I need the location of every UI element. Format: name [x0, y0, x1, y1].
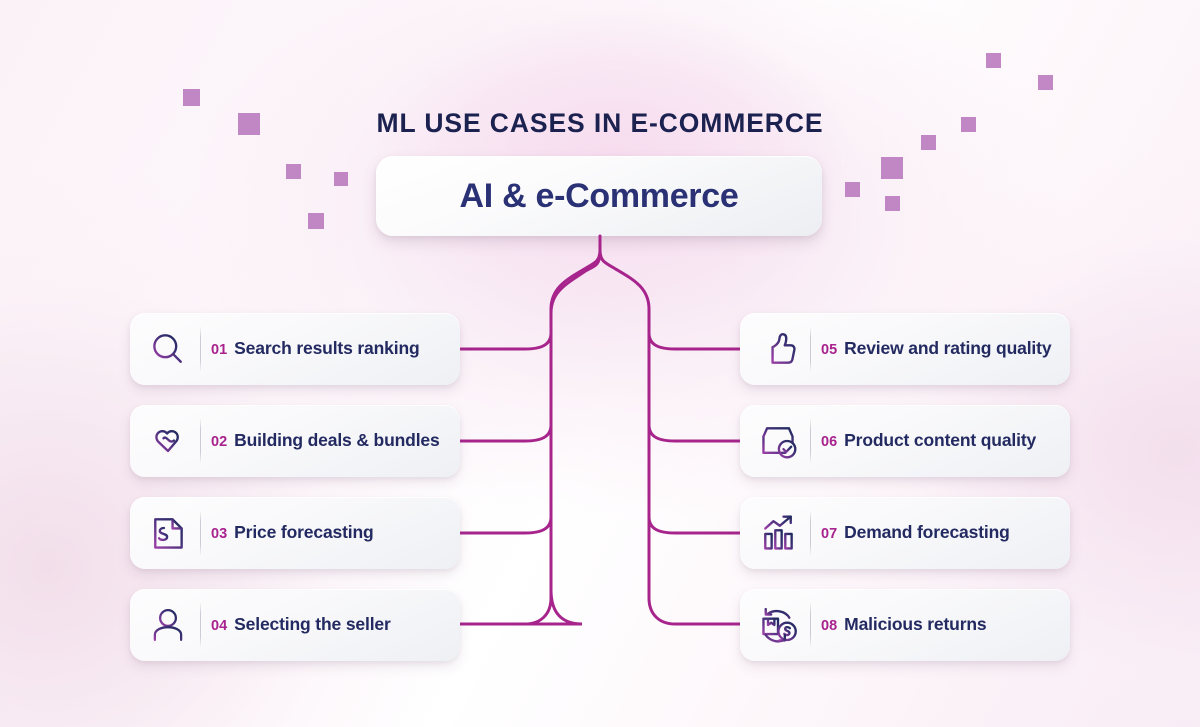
- card-divider: [200, 418, 201, 464]
- card-divider: [200, 602, 201, 648]
- decorative-square: [845, 182, 860, 197]
- card-number: 04: [211, 618, 228, 635]
- card-number: 06: [821, 434, 838, 451]
- box-check-icon: [750, 418, 806, 464]
- card-body: 07 Demand forecasting: [821, 522, 1060, 544]
- card-label: Malicious returns: [844, 614, 987, 635]
- handshake-heart-icon: [140, 418, 196, 464]
- magnifier-icon: [140, 326, 196, 372]
- card-label: Review and rating quality: [844, 338, 1052, 359]
- hero-card-label: AI & e-Commerce: [459, 176, 739, 215]
- thumbs-up-icon: [750, 326, 806, 372]
- card-body: 06 Product content quality: [821, 430, 1060, 452]
- use-case-card-02[interactable]: 02 Building deals & bundles: [130, 405, 460, 477]
- use-case-card-08[interactable]: 08 Malicious returns: [740, 589, 1070, 661]
- decorative-square: [308, 213, 324, 229]
- page-title: ML USE CASES IN E-COMMERCE: [376, 108, 824, 138]
- decorative-square: [334, 172, 348, 186]
- card-label: Building deals & bundles: [234, 430, 440, 451]
- card-number: 08: [821, 618, 838, 635]
- card-label: Selecting the seller: [234, 614, 391, 635]
- use-case-card-04[interactable]: 04 Selecting the seller: [130, 589, 460, 661]
- use-case-card-05[interactable]: 05 Review and rating quality: [740, 313, 1070, 385]
- card-body: 03 Price forecasting: [211, 522, 450, 544]
- card-body: 05 Review and rating quality: [821, 338, 1060, 360]
- card-divider: [810, 510, 811, 556]
- card-label: Price forecasting: [234, 522, 374, 543]
- card-body: 04 Selecting the seller: [211, 614, 450, 636]
- card-divider: [810, 418, 811, 464]
- card-number: 02: [211, 434, 228, 451]
- infographic-canvas: ML USE CASES IN E-COMMERCE AI & e-Commer…: [0, 0, 1200, 727]
- card-body: 01 Search results ranking: [211, 338, 450, 360]
- decorative-square: [885, 196, 900, 211]
- card-divider: [200, 510, 201, 556]
- card-body: 08 Malicious returns: [821, 614, 1060, 636]
- card-body: 02 Building deals & bundles: [211, 430, 450, 452]
- decorative-square: [1038, 75, 1053, 90]
- card-label: Demand forecasting: [844, 522, 1010, 543]
- card-divider: [810, 602, 811, 648]
- card-number: 01: [211, 342, 228, 359]
- card-divider: [810, 326, 811, 372]
- decorative-square: [986, 53, 1001, 68]
- card-divider: [200, 326, 201, 372]
- use-case-card-01[interactable]: 01 Search results ranking: [130, 313, 460, 385]
- card-number: 03: [211, 526, 228, 543]
- person-icon: [140, 602, 196, 648]
- decorative-square: [286, 164, 301, 179]
- decorative-square: [183, 89, 200, 106]
- return-money-icon: [750, 602, 806, 648]
- card-number: 05: [821, 342, 838, 359]
- decorative-square: [881, 157, 903, 179]
- bar-chart-trend-icon: [750, 510, 806, 556]
- use-case-card-07[interactable]: 07 Demand forecasting: [740, 497, 1070, 569]
- use-case-card-03[interactable]: 03 Price forecasting: [130, 497, 460, 569]
- card-number: 07: [821, 526, 838, 543]
- use-case-card-06[interactable]: 06 Product content quality: [740, 405, 1070, 477]
- card-label: Product content quality: [844, 430, 1037, 451]
- price-document-icon: [140, 510, 196, 556]
- hero-card: AI & e-Commerce: [376, 156, 822, 236]
- card-label: Search results ranking: [234, 338, 420, 359]
